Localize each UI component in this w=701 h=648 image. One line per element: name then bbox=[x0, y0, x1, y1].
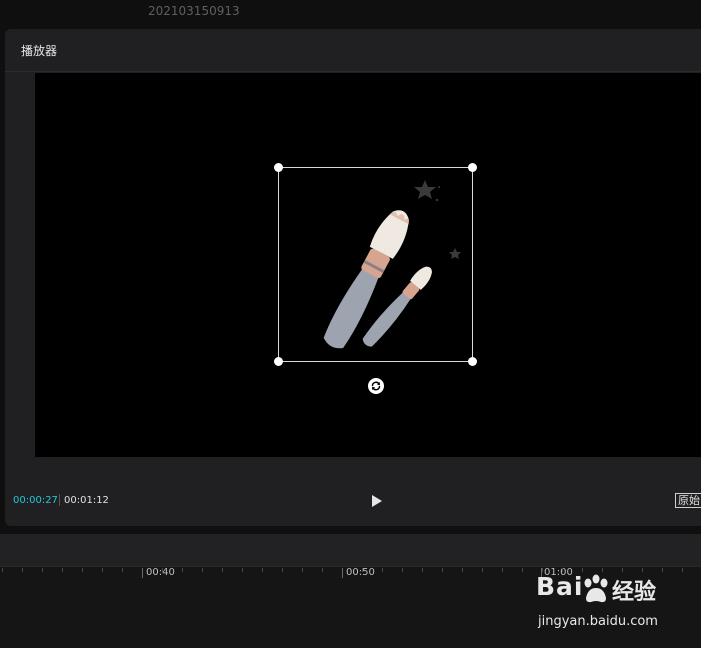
ruler-tick bbox=[502, 568, 503, 572]
ruler-tick bbox=[62, 568, 63, 572]
makeup-brush-image bbox=[323, 180, 461, 349]
ruler-tick bbox=[202, 568, 203, 572]
resize-handle-top-right[interactable] bbox=[468, 163, 477, 172]
current-time: 00:00:27 bbox=[13, 495, 58, 506]
ruler-tick bbox=[42, 568, 43, 572]
ruler-tick bbox=[302, 568, 303, 572]
ruler-tick-major bbox=[142, 568, 143, 578]
ruler-tick bbox=[482, 568, 483, 572]
ruler-tick bbox=[22, 568, 23, 572]
play-icon[interactable] bbox=[371, 494, 383, 508]
ruler-tick bbox=[462, 568, 463, 572]
preview-canvas[interactable] bbox=[35, 73, 701, 457]
resize-handle-bottom-left[interactable] bbox=[274, 357, 283, 366]
ruler-tick bbox=[122, 568, 123, 572]
timeline-toolbar bbox=[0, 534, 701, 566]
watermark-suffix: 经验 bbox=[612, 580, 657, 605]
baidu-watermark: Bai 经验 jingyan.baidu.com bbox=[536, 572, 696, 634]
top-bar: 202103150913 bbox=[0, 0, 701, 24]
baidu-paw-icon bbox=[584, 574, 608, 603]
star-icon bbox=[414, 180, 436, 199]
project-title: 202103150913 bbox=[148, 4, 240, 18]
ruler-tick bbox=[102, 568, 103, 572]
total-time: 00:01:12 bbox=[64, 495, 109, 506]
selection-box[interactable] bbox=[274, 163, 477, 366]
ruler-tick bbox=[162, 568, 163, 572]
player-title: 播放器 bbox=[21, 44, 58, 58]
ruler-tick bbox=[262, 568, 263, 572]
ruler-tick bbox=[222, 568, 223, 572]
time-separator bbox=[59, 494, 60, 506]
rotate-icon[interactable] bbox=[368, 378, 384, 394]
ruler-tick bbox=[522, 568, 523, 572]
ruler-tick bbox=[362, 568, 363, 572]
ratio-button[interactable]: 原始 bbox=[675, 493, 701, 508]
player-panel: 播放器 00:00:27 00:01:12 原始 bbox=[5, 29, 701, 526]
ruler-tick bbox=[2, 568, 3, 572]
ruler-tick bbox=[82, 568, 83, 572]
ruler-tick-major bbox=[342, 568, 343, 578]
ruler-tick bbox=[402, 568, 403, 572]
ruler-tick bbox=[282, 568, 283, 572]
player-header: 播放器 bbox=[5, 29, 701, 72]
ruler-label: 00:50 bbox=[346, 567, 375, 578]
ruler-tick bbox=[242, 568, 243, 572]
ruler-tick bbox=[182, 568, 183, 572]
watermark-logo: Bai bbox=[536, 572, 584, 601]
ruler-tick bbox=[442, 568, 443, 572]
resize-handle-bottom-right[interactable] bbox=[468, 357, 477, 366]
star-icon bbox=[449, 248, 461, 259]
ruler-tick bbox=[422, 568, 423, 572]
watermark-url: jingyan.baidu.com bbox=[538, 614, 658, 629]
ruler-tick bbox=[382, 568, 383, 572]
ruler-tick bbox=[322, 568, 323, 572]
resize-handle-top-left[interactable] bbox=[274, 163, 283, 172]
ruler-label: 00:40 bbox=[146, 567, 175, 578]
player-controls: 00:00:27 00:01:12 原始 bbox=[5, 487, 701, 515]
